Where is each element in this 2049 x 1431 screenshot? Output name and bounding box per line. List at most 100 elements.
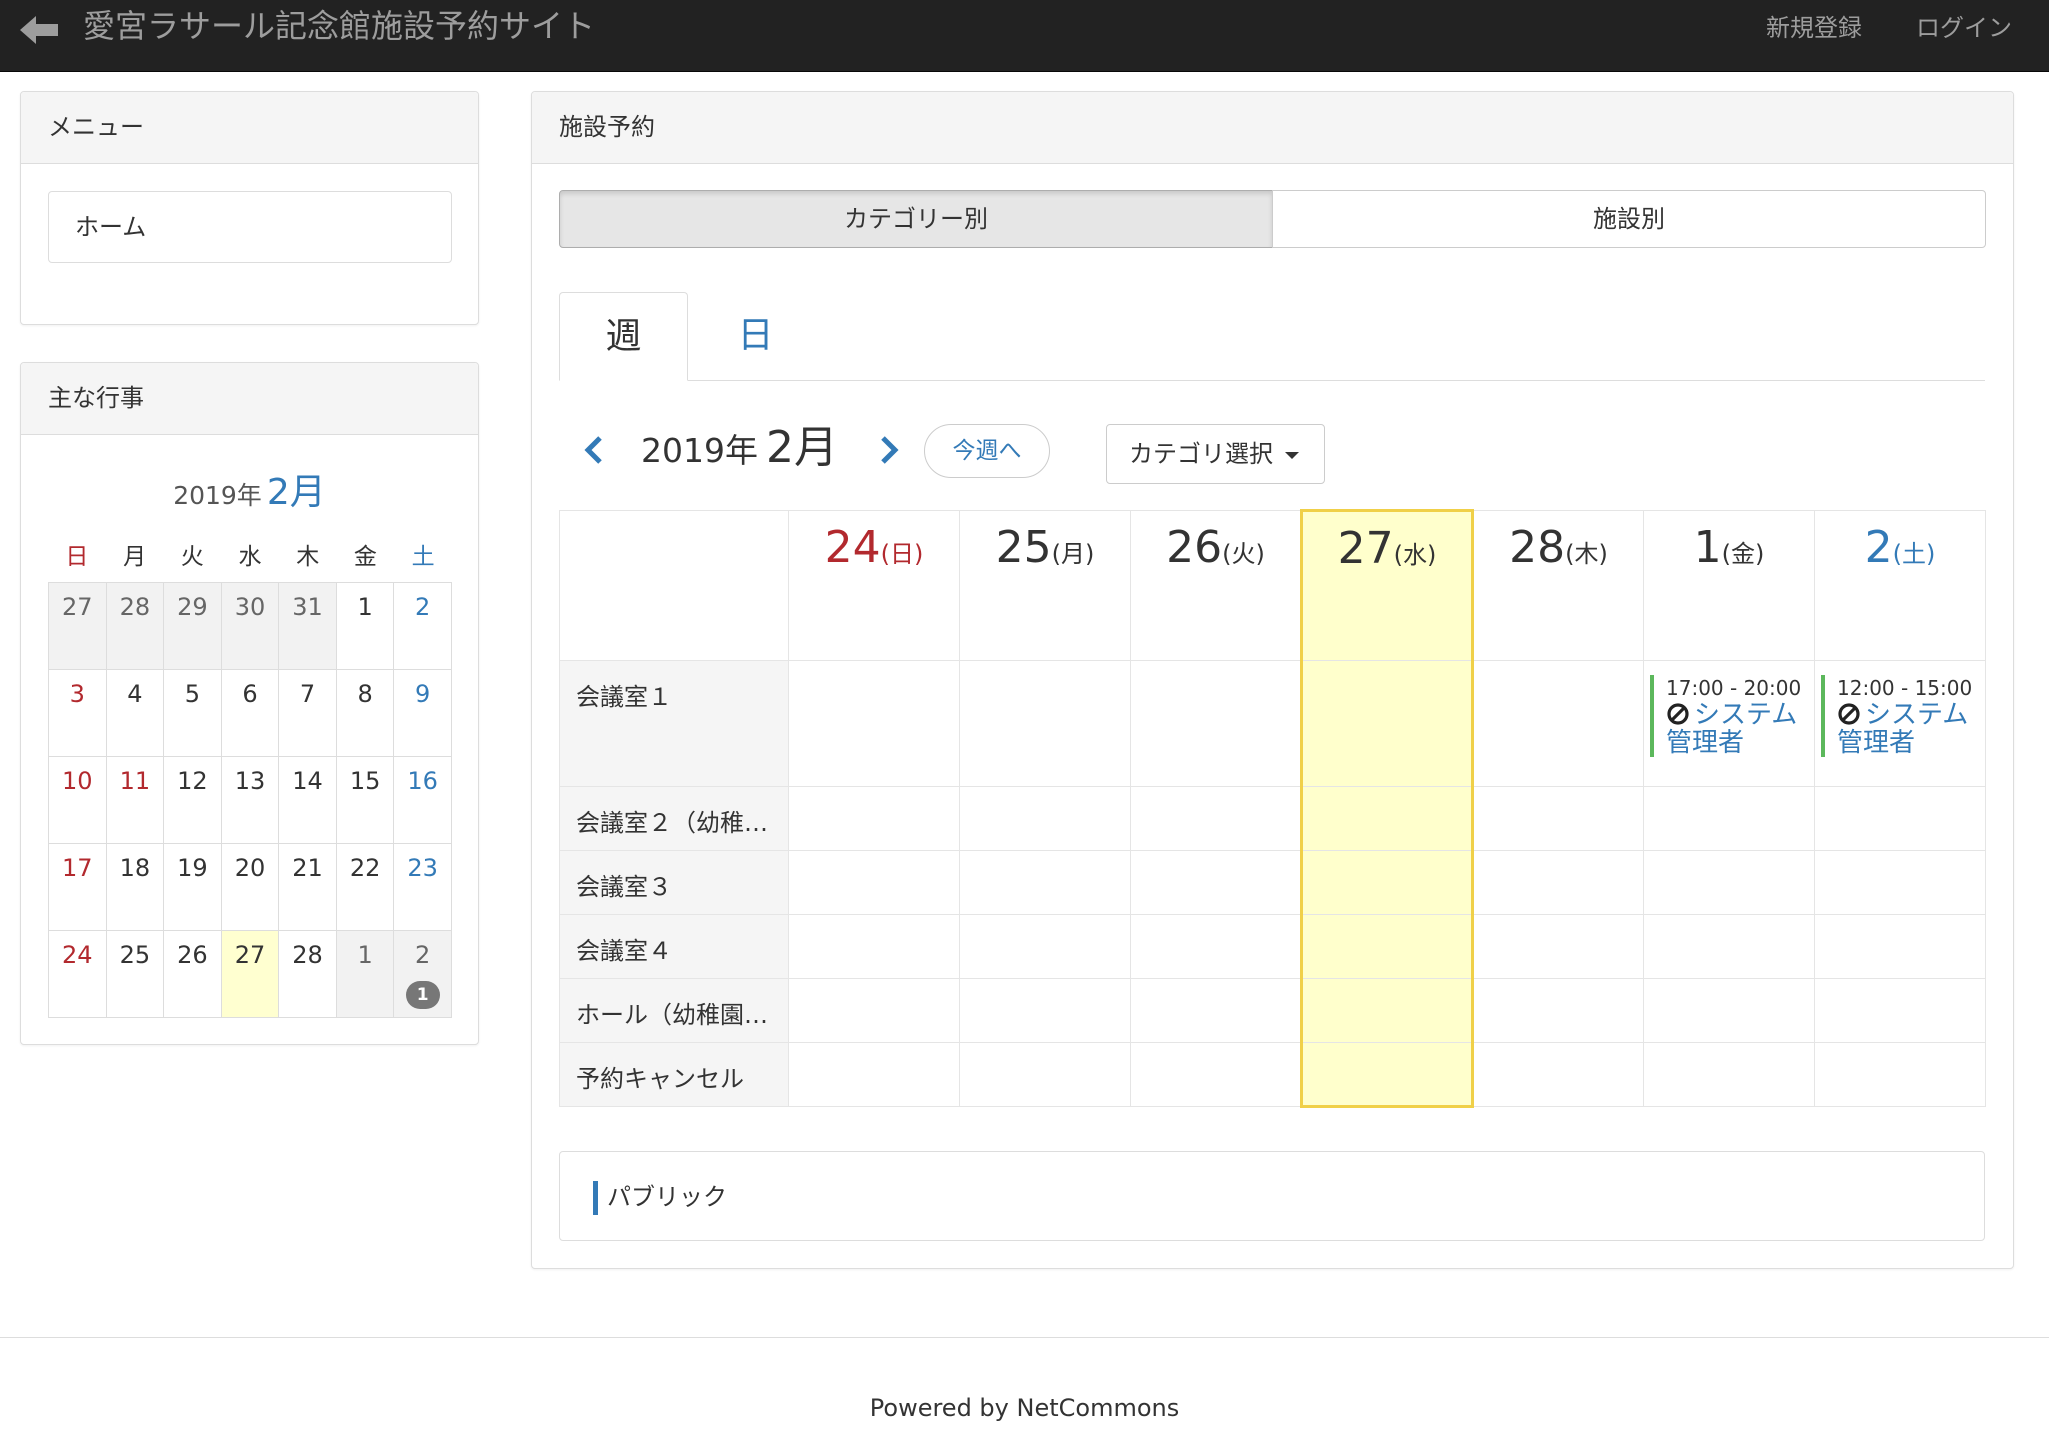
reservation-cell[interactable] bbox=[959, 1042, 1131, 1107]
facility-name[interactable]: 会議室１ bbox=[559, 660, 789, 787]
reservation-cell[interactable] bbox=[1130, 1042, 1302, 1107]
day-header[interactable]: 1(金) bbox=[1643, 510, 1815, 661]
this-week-button[interactable]: 今週へ bbox=[924, 424, 1050, 478]
login-link[interactable]: ログイン bbox=[1916, 8, 2012, 48]
reservation-cell[interactable] bbox=[1643, 786, 1815, 851]
mini-calendar-day[interactable]: 22 bbox=[335, 843, 395, 931]
mini-calendar-day[interactable]: 10 bbox=[48, 756, 107, 844]
mini-calendar-day[interactable]: 14 bbox=[278, 756, 337, 844]
reservation-cell[interactable] bbox=[959, 660, 1131, 787]
reservation-title-link[interactable]: システム管理者 bbox=[1666, 701, 1810, 757]
reservation-cell[interactable] bbox=[1300, 1042, 1474, 1108]
mini-calendar-day[interactable]: 29 bbox=[163, 582, 222, 670]
tab-day[interactable]: 日 bbox=[688, 292, 823, 381]
mini-calendar-day[interactable]: 19 bbox=[163, 843, 222, 931]
menu-item-home[interactable]: ホーム bbox=[48, 191, 452, 263]
day-header[interactable]: 26(火) bbox=[1130, 510, 1302, 661]
chevron-left-icon[interactable] bbox=[580, 434, 610, 466]
reservation-cell[interactable] bbox=[1814, 786, 1986, 851]
reservation-cell[interactable] bbox=[1643, 914, 1815, 979]
mini-calendar-day[interactable]: 24 bbox=[48, 930, 107, 1018]
reservation-cell[interactable]: 17:00 - 20:00 システム管理者 bbox=[1643, 660, 1815, 787]
reservation-event[interactable]: 12:00 - 15:00 システム管理者 bbox=[1821, 675, 1981, 757]
reservation-cell[interactable] bbox=[788, 786, 960, 851]
mini-calendar-day[interactable]: 27 bbox=[48, 582, 107, 670]
mini-calendar-day[interactable]: 17 bbox=[48, 843, 107, 931]
view-by-category-button[interactable]: カテゴリー別 bbox=[559, 190, 1273, 248]
mini-calendar-day[interactable]: 9 bbox=[393, 669, 452, 757]
mini-calendar-day[interactable]: 21 bbox=[278, 843, 337, 931]
category-select-dropdown[interactable]: カテゴリ選択 bbox=[1106, 424, 1325, 484]
reservation-cell[interactable] bbox=[1643, 850, 1815, 915]
reservation-cell[interactable] bbox=[1643, 1042, 1815, 1107]
mini-calendar-day[interactable]: 18 bbox=[105, 843, 165, 931]
reservation-cell[interactable] bbox=[1814, 914, 1986, 979]
reservation-cell[interactable] bbox=[1300, 660, 1474, 787]
reservation-event[interactable]: 17:00 - 20:00 システム管理者 bbox=[1650, 675, 1810, 757]
reservation-cell[interactable] bbox=[1472, 786, 1644, 851]
mini-calendar-day[interactable]: 25 bbox=[105, 930, 165, 1018]
mini-calendar-day[interactable]: 26 bbox=[163, 930, 222, 1018]
mini-calendar-day[interactable]: 31 bbox=[278, 582, 337, 670]
reservation-cell[interactable] bbox=[1300, 850, 1474, 915]
mini-calendar-day[interactable]: 28 bbox=[278, 930, 337, 1018]
reservation-cell[interactable] bbox=[1814, 978, 1986, 1043]
mini-calendar-day[interactable]: 2 bbox=[393, 582, 452, 670]
reservation-cell[interactable]: 12:00 - 15:00 システム管理者 bbox=[1814, 660, 1986, 787]
mini-calendar-day[interactable]: 7 bbox=[278, 669, 337, 757]
mini-calendar-day[interactable]: 12 bbox=[163, 756, 222, 844]
reservation-cell[interactable] bbox=[1130, 914, 1302, 979]
reservation-cell[interactable] bbox=[1130, 850, 1302, 915]
reservation-cell[interactable] bbox=[788, 660, 960, 787]
reservation-cell[interactable] bbox=[1300, 914, 1474, 979]
tab-week[interactable]: 週 bbox=[559, 292, 688, 381]
mini-calendar-day[interactable]: 28 bbox=[105, 582, 165, 670]
mini-calendar-day[interactable]: 5 bbox=[163, 669, 222, 757]
mini-calendar-day[interactable]: 8 bbox=[335, 669, 395, 757]
facility-name[interactable]: ホール（幼稚園… bbox=[559, 978, 789, 1043]
day-header[interactable]: 27(水) bbox=[1300, 509, 1474, 661]
reservation-cell[interactable] bbox=[959, 978, 1131, 1043]
mini-calendar-day[interactable]: 27 bbox=[220, 930, 280, 1018]
reservation-cell[interactable] bbox=[1300, 786, 1474, 851]
reservation-cell[interactable] bbox=[1300, 978, 1474, 1043]
facility-name[interactable]: 会議室３ bbox=[559, 850, 789, 915]
mini-calendar-day[interactable]: 23 bbox=[393, 843, 452, 931]
reservation-cell[interactable] bbox=[1814, 1042, 1986, 1107]
view-by-facility-button[interactable]: 施設別 bbox=[1272, 190, 1986, 248]
reservation-cell[interactable] bbox=[1472, 850, 1644, 915]
reservation-cell[interactable] bbox=[1814, 850, 1986, 915]
day-header[interactable]: 2(土) bbox=[1814, 510, 1986, 661]
reservation-cell[interactable] bbox=[1472, 914, 1644, 979]
register-link[interactable]: 新規登録 bbox=[1766, 8, 1862, 48]
mini-calendar-day[interactable]: 1 bbox=[335, 930, 395, 1018]
mini-calendar-day[interactable]: 13 bbox=[220, 756, 280, 844]
facility-name[interactable]: 会議室４ bbox=[559, 914, 789, 979]
mini-calendar-day[interactable]: 11 bbox=[105, 756, 165, 844]
mini-calendar-day[interactable]: 3 bbox=[48, 669, 107, 757]
reservation-cell[interactable] bbox=[1472, 660, 1644, 787]
chevron-right-icon[interactable] bbox=[873, 434, 903, 466]
reservation-cell[interactable] bbox=[1472, 1042, 1644, 1107]
reservation-cell[interactable] bbox=[788, 850, 960, 915]
facility-name[interactable]: 会議室２（幼稚… bbox=[559, 786, 789, 851]
mini-calendar-day[interactable]: 21 bbox=[393, 930, 452, 1018]
reservation-cell[interactable] bbox=[1643, 978, 1815, 1043]
mini-calendar-day[interactable]: 20 bbox=[220, 843, 280, 931]
arrow-left-icon[interactable] bbox=[18, 12, 62, 48]
day-header[interactable]: 25(月) bbox=[959, 510, 1131, 661]
reservation-cell[interactable] bbox=[788, 914, 960, 979]
mini-calendar-day[interactable]: 15 bbox=[335, 756, 395, 844]
reservation-cell[interactable] bbox=[1130, 660, 1302, 787]
reservation-cell[interactable] bbox=[1130, 978, 1302, 1043]
mini-calendar-day[interactable]: 4 bbox=[105, 669, 165, 757]
reservation-cell[interactable] bbox=[1130, 786, 1302, 851]
mini-calendar-day[interactable]: 16 bbox=[393, 756, 452, 844]
reservation-cell[interactable] bbox=[788, 978, 960, 1043]
mini-calendar-day[interactable]: 30 bbox=[220, 582, 280, 670]
mini-calendar-day[interactable]: 1 bbox=[335, 582, 395, 670]
day-header[interactable]: 28(木) bbox=[1472, 510, 1644, 661]
day-header[interactable]: 24(日) bbox=[788, 510, 960, 661]
facility-name[interactable]: 予約キャンセル bbox=[559, 1042, 789, 1107]
reservation-title-link[interactable]: システム管理者 bbox=[1837, 701, 1981, 757]
